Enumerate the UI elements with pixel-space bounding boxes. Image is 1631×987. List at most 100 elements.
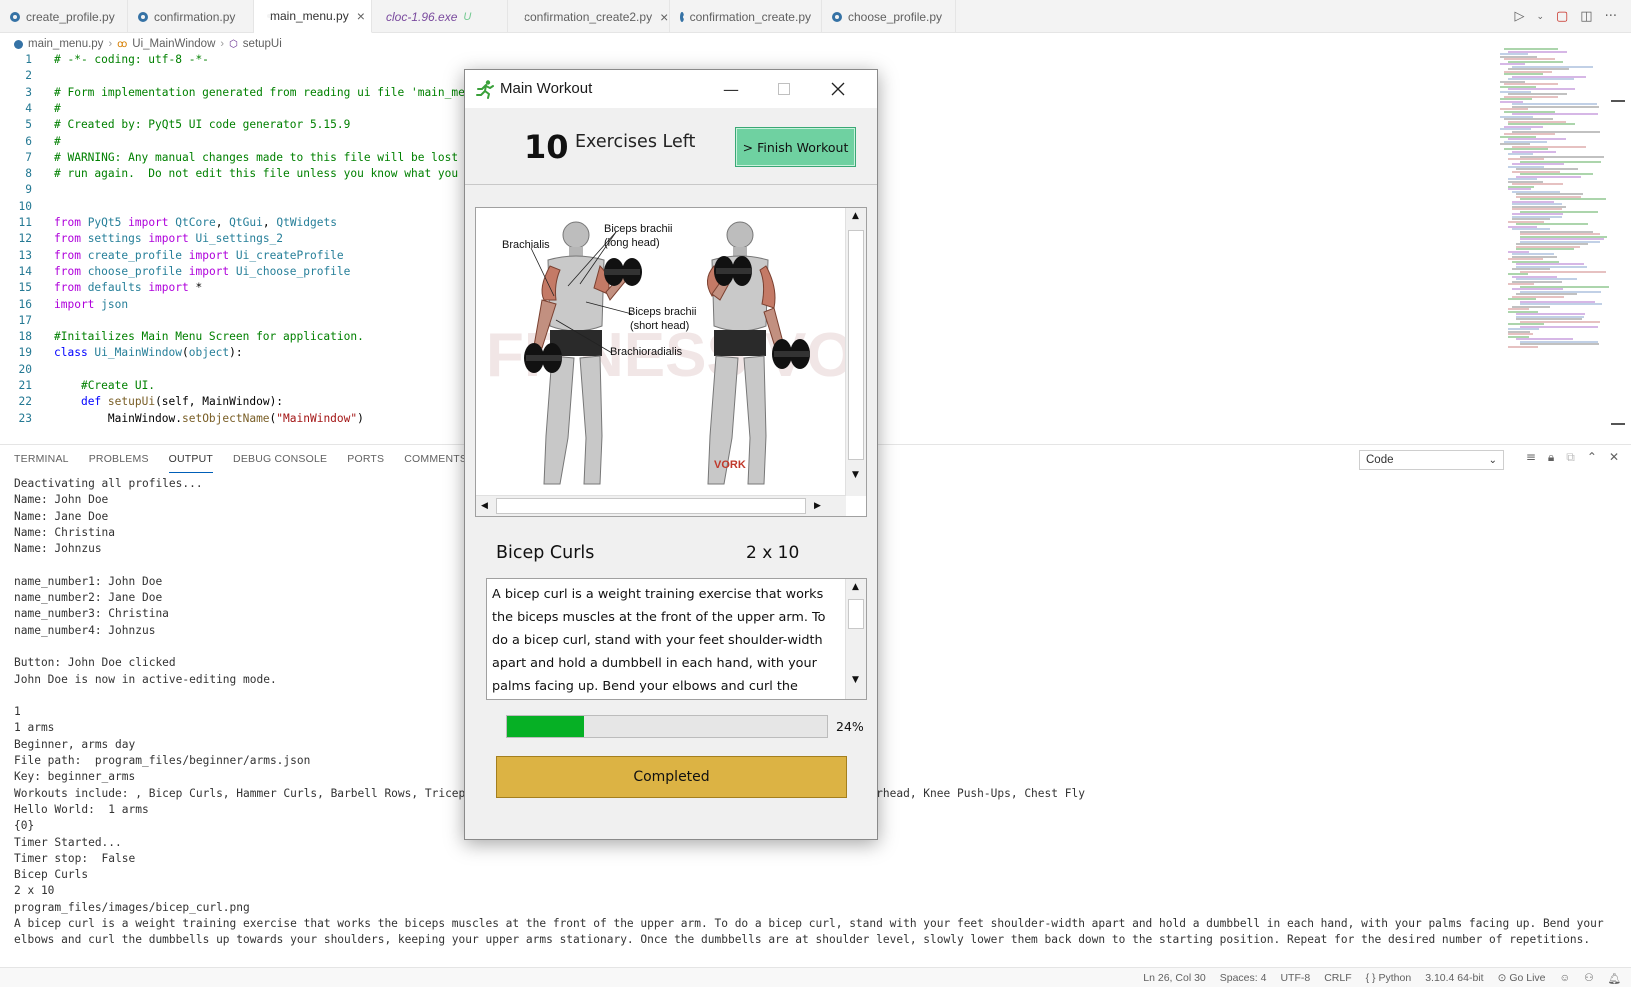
exercise-image-scroll-area[interactable]: FITNESS VOLT — [475, 207, 867, 517]
code-token: PyQt5 — [87, 216, 129, 229]
code-line: 16 import json — [0, 297, 129, 313]
code-line: 1 # -*- coding: utf-8 -*- — [0, 52, 209, 68]
editor-tab[interactable]: confirmation_create.py — [670, 0, 822, 33]
more-actions-icon[interactable]: ··· — [1605, 9, 1617, 24]
scroll-right-icon[interactable]: ▶ — [814, 501, 821, 511]
line-number: 5 — [25, 118, 32, 132]
status-bar: Ln 26, Col 30 Spaces: 4 UTF-8 CRLF { } P… — [0, 967, 1631, 987]
lock-icon[interactable]: 🔒︎ — [1548, 450, 1554, 465]
editor-tab[interactable]: confirmation_create2.py × — [508, 0, 670, 33]
encoding[interactable]: UTF-8 — [1280, 972, 1310, 984]
line-ending[interactable]: CRLF — [1324, 972, 1351, 984]
close-icon[interactable] — [815, 70, 861, 108]
stop-icon[interactable]: ▢ — [1556, 9, 1568, 24]
code-token: ( — [181, 346, 189, 360]
scroll-down-icon[interactable]: ▼ — [852, 470, 859, 480]
code-line: 5 # Created by: PyQt5 UI code generator 5… — [0, 117, 350, 133]
language-mode[interactable]: { } Python — [1366, 972, 1412, 984]
figure-right: VORK — [707, 221, 810, 485]
window-titlebar[interactable]: Main Workout — — [465, 70, 877, 108]
scroll-up-icon[interactable]: ▲ — [852, 582, 859, 592]
code-line: 3 # Form implementation generated from re… — [0, 85, 505, 101]
image-horizontal-scrollbar[interactable]: ◀ ▶ — [476, 495, 846, 516]
line-number: 4 — [25, 101, 32, 115]
exercise-image: FITNESS VOLT — [476, 208, 846, 496]
output-channel-select[interactable]: Code ⌄ — [1359, 450, 1504, 470]
scroll-down-icon[interactable]: ▼ — [852, 675, 859, 685]
close-icon[interactable]: × — [660, 9, 668, 25]
panel-actions: ≡ 🔒︎ ⧉ ⌃ ✕ — [1526, 450, 1619, 465]
line-number: 22 — [18, 395, 32, 409]
code-line: 11 from PyQt5 import QtCore, QtGui, QtWid… — [0, 215, 337, 231]
output-line: Bicep Curls — [14, 868, 89, 882]
code-token: create_profile — [87, 248, 189, 262]
line-number: 24 — [0, 427, 32, 429]
panel-tab[interactable]: PROBLEMS — [89, 445, 149, 473]
code-line: 23 MainWindow.setObjectName("MainWindow"… — [0, 411, 364, 427]
exercises-left-count: 10 — [524, 128, 569, 166]
code-token: def — [80, 395, 108, 409]
maximize-panel-icon[interactable]: ⌃ — [1587, 450, 1597, 465]
minimize-icon[interactable]: — — [708, 70, 754, 108]
line-number: 14 — [18, 264, 32, 278]
line-number: 6 — [25, 134, 32, 148]
line-number: 19 — [18, 346, 32, 360]
accounts-icon[interactable]: ⚇ — [1584, 972, 1593, 984]
tab-label: create_profile.py — [26, 9, 115, 24]
chevron-down-icon[interactable]: ⌄ — [1536, 12, 1544, 22]
panel-tab[interactable]: TERMINAL — [14, 445, 69, 473]
code-token: import — [188, 264, 236, 278]
chevron-down-icon: ⌄ — [1488, 454, 1497, 466]
output-channel-label: Code — [1366, 454, 1394, 466]
label-brachialis: Brachialis — [502, 239, 550, 251]
editor-scrollbar-marker — [1611, 423, 1625, 425]
run-icon[interactable]: ▷ — [1514, 9, 1524, 24]
panel-tab[interactable]: OUTPUT — [168, 445, 214, 473]
scrollbar-thumb[interactable] — [496, 498, 806, 514]
split-editor-icon[interactable]: ◫ — [1580, 9, 1592, 24]
code-token: json — [101, 297, 129, 311]
code-token: ) — [357, 411, 364, 425]
label-biceps-short-head: (short head) — [630, 320, 689, 332]
clear-output-icon[interactable]: ≡ — [1526, 450, 1536, 465]
cursor-position[interactable]: Ln 26, Col 30 — [1143, 972, 1205, 984]
editor-tab[interactable]: create_profile.py — [0, 0, 128, 33]
panel-tab[interactable]: DEBUG CONSOLE — [233, 445, 327, 473]
scroll-up-icon[interactable]: ▲ — [852, 211, 859, 221]
go-live[interactable]: ⊙ Go Live — [1498, 972, 1546, 984]
braces-icon: { } — [1365, 972, 1376, 984]
tab-label: cloc-1.96.exe — [386, 9, 458, 24]
maximize-icon[interactable] — [761, 70, 807, 108]
label-biceps-short: Biceps brachii — [628, 306, 696, 318]
description-scrollbar[interactable]: ▲ ▼ — [845, 579, 866, 699]
copy-icon[interactable]: ⧉ — [1566, 450, 1575, 465]
finish-workout-button[interactable]: > Finish Workout — [735, 127, 856, 167]
bell-icon[interactable]: 🔔︎ — [1608, 972, 1621, 985]
minimap[interactable] — [1500, 48, 1610, 348]
close-icon[interactable]: × — [357, 8, 365, 24]
code-line: 2 — [0, 68, 54, 84]
code-token: #Create UI. — [80, 379, 156, 392]
image-vertical-scrollbar[interactable]: ▲ ▼ — [845, 208, 866, 496]
exercise-description[interactable]: A bicep curl is a weight training exerci… — [486, 578, 867, 700]
minimap-line — [1520, 270, 1606, 273]
scrollbar-thumb[interactable] — [848, 599, 864, 629]
code-line: 20 — [0, 362, 54, 378]
scrollbar-thumb[interactable] — [848, 230, 864, 460]
scroll-left-icon[interactable]: ◀ — [481, 501, 488, 511]
editor-tab[interactable]: cloc-1.96.exe U — [372, 0, 508, 33]
panel-tab[interactable]: COMMENTS — [404, 445, 467, 473]
completed-button[interactable]: Completed — [496, 756, 847, 798]
main-workout-window: Main Workout — 10 Exercises Left > Finis… — [464, 69, 878, 840]
feedback-icon[interactable]: ☺ — [1560, 972, 1571, 984]
close-panel-icon[interactable]: ✕ — [1609, 450, 1619, 465]
code-token: #Initailizes Main Menu Screen for applic… — [54, 330, 364, 344]
code-token: import — [54, 297, 102, 311]
interpreter[interactable]: 3.10.4 64-bit — [1425, 972, 1483, 984]
editor-tab[interactable]: choose_profile.py — [822, 0, 956, 33]
editor-tab[interactable]: main_menu.py × — [254, 0, 372, 33]
panel-tab[interactable]: PORTS — [347, 445, 384, 473]
indentation[interactable]: Spaces: 4 — [1220, 972, 1267, 984]
editor-tab[interactable]: confirmation.py — [128, 0, 254, 33]
